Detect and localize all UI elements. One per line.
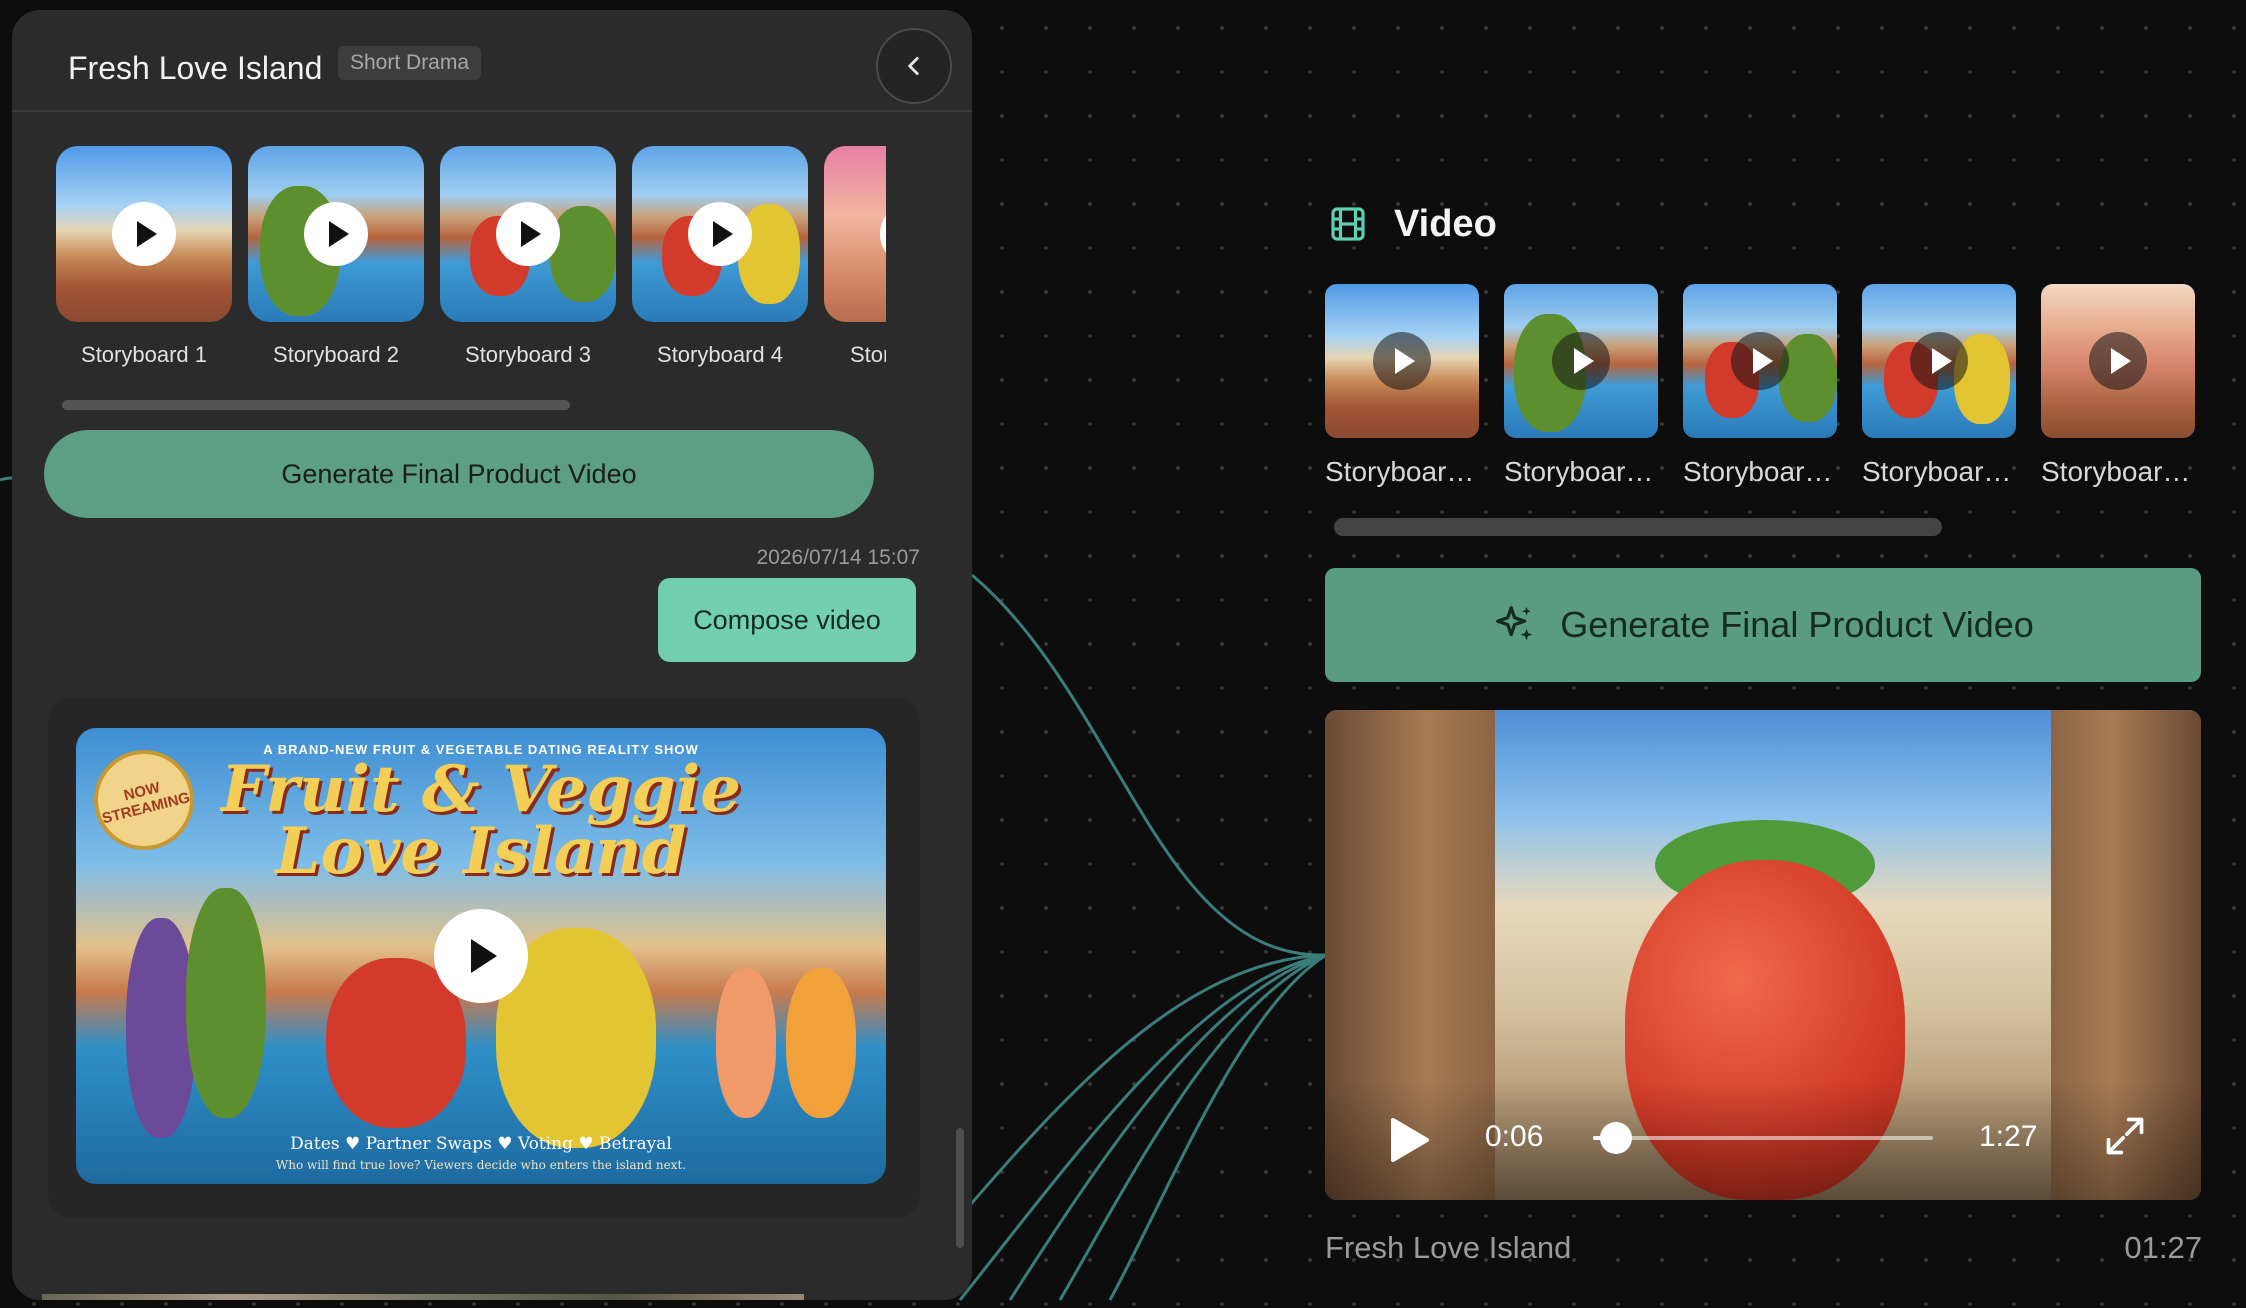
play-icon[interactable] — [304, 202, 368, 266]
play-button[interactable] — [1389, 1116, 1431, 1169]
total-duration: 1:27 — [1979, 1120, 2038, 1153]
video-storyboard-strip: Storyboard 1 Storyboard 2 Storyboard 3 S… — [1324, 284, 2204, 504]
storyboard-label: Storyboard 4 — [1862, 456, 2016, 487]
play-icon[interactable] — [688, 202, 752, 266]
storyboard-image — [824, 146, 886, 322]
play-icon[interactable] — [1552, 332, 1610, 390]
video-poster[interactable]: A BRAND-NEW FRUIT & VEGETABLE DATING REA… — [76, 728, 886, 1184]
storyboard-image — [1683, 284, 1837, 438]
storyboard-image — [440, 146, 616, 322]
chat-panel: Fresh Love Island Short Drama Storyboard… — [12, 10, 972, 1300]
storyboard-label: Storyboard 3 — [1683, 456, 1837, 487]
project-title: Fresh Love Island — [68, 50, 323, 86]
play-icon[interactable] — [2089, 332, 2147, 390]
storyboard-label: Storyboard 2 — [273, 342, 399, 367]
storyboard-thumb[interactable]: Storyboard 5 — [2041, 284, 2195, 488]
video-title: Fresh Love Island — [1325, 1230, 1572, 1265]
sparkle-icon — [1492, 602, 1538, 648]
storyboard-thumb[interactable]: Storyboard 3 — [1683, 284, 1837, 488]
next-message-preview — [42, 1294, 804, 1300]
video-node-title: Video — [1394, 202, 1497, 245]
play-icon[interactable] — [496, 202, 560, 266]
fullscreen-button[interactable] — [2103, 1114, 2147, 1163]
storyboard-label: Storyboard 5 — [2041, 456, 2195, 487]
storyboard-strip: Storyboard 1 Storyboard 2 Storyboard 3 S… — [44, 146, 886, 386]
poster-title-line2: Love Island — [275, 814, 687, 889]
play-icon[interactable] — [1373, 332, 1431, 390]
storyboard-label: Storyboard 1 — [1325, 456, 1479, 487]
project-type-tag: Short Drama — [338, 46, 482, 80]
fullscreen-icon — [2106, 1117, 2144, 1155]
chevron-left-icon — [908, 57, 919, 75]
storyboard-thumb[interactable]: Storyboard 2 — [248, 146, 424, 368]
poster-tags: Dates ♥ Partner Swaps ♥ Voting ♥ Betraya… — [290, 1134, 672, 1154]
player-controls — [1325, 1080, 2201, 1200]
play-icon — [1391, 1118, 1429, 1162]
film-icon — [1331, 207, 1365, 241]
storyboard-image — [1862, 284, 2016, 438]
storyboard-image — [1325, 284, 1479, 438]
storyboard-image — [632, 146, 808, 322]
collapse-panel-button[interactable] — [876, 28, 952, 104]
storyboard-thumb[interactable]: Storyboard 4 — [1862, 284, 2016, 488]
generate-final-video-button[interactable]: Generate Final Product Video — [44, 430, 874, 518]
storyboard-image — [2041, 284, 2195, 438]
video-storyboard-scrollbar[interactable] — [1334, 518, 1942, 536]
play-icon[interactable] — [1731, 332, 1789, 390]
play-icon[interactable] — [880, 202, 886, 266]
current-time: 0:06 — [1485, 1120, 1544, 1153]
storyboard-image — [56, 146, 232, 322]
seek-bar[interactable] — [1593, 1122, 1933, 1154]
storyboard-label: Stor — [850, 342, 886, 367]
play-icon[interactable] — [1910, 332, 1968, 390]
storyboard-image — [248, 146, 424, 322]
chat-scrollbar[interactable] — [956, 1128, 964, 1248]
generate-final-video-node-button[interactable]: Generate Final Product Video — [1325, 568, 2201, 682]
storyboard-image — [1504, 284, 1658, 438]
poster-title-line1: Fruit & Veggie — [221, 752, 741, 827]
chat-header: Fresh Love Island Short Drama — [12, 10, 972, 112]
storyboard-scrollbar[interactable] — [62, 400, 570, 410]
poster-tagline: Who will find true love? Viewers decide … — [275, 1158, 687, 1172]
storyboard-thumb[interactable]: Storyboard 4 — [632, 146, 808, 368]
storyboard-thumb[interactable]: Stor — [824, 146, 886, 368]
storyboard-thumb[interactable]: Storyboard 3 — [440, 146, 616, 368]
video-player[interactable]: 0:06 1:27 — [1325, 710, 2201, 1200]
generate-final-video-label: Generate Final Product Video — [1560, 604, 2034, 645]
play-icon[interactable] — [112, 202, 176, 266]
play-icon[interactable] — [434, 909, 528, 1003]
video-duration: 01:27 — [2124, 1230, 2202, 1265]
video-node-header: Video — [1328, 198, 1497, 250]
storyboard-label: Storyboard 4 — [657, 342, 783, 367]
storyboard-label: Storyboard 2 — [1504, 456, 1658, 487]
user-message-bubble: Compose video — [658, 578, 916, 662]
storyboard-thumb[interactable]: Storyboard 1 — [56, 146, 232, 368]
message-timestamp: 2026/07/14 15:07 — [756, 546, 921, 569]
storyboard-label: Storyboard 1 — [81, 342, 207, 367]
storyboard-thumb[interactable]: Storyboard 1 — [1325, 284, 1479, 488]
storyboard-label: Storyboard 3 — [465, 342, 591, 367]
storyboard-thumb[interactable]: Storyboard 2 — [1504, 284, 1658, 488]
